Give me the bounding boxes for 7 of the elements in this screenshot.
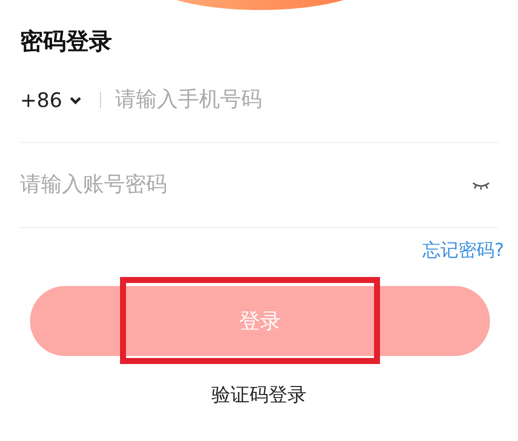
chevron-down-icon[interactable] <box>69 96 82 104</box>
phone-input-field[interactable]: 请输入手机号码 <box>115 88 498 112</box>
country-code-select[interactable]: +86 <box>20 88 62 112</box>
password-input-field[interactable]: 请输入账号密码 <box>20 173 472 197</box>
eye-closed-icon[interactable] <box>472 180 490 190</box>
page-title: 密码登录 <box>20 28 112 57</box>
sms-login-link[interactable]: 验证码登录 <box>212 382 306 408</box>
